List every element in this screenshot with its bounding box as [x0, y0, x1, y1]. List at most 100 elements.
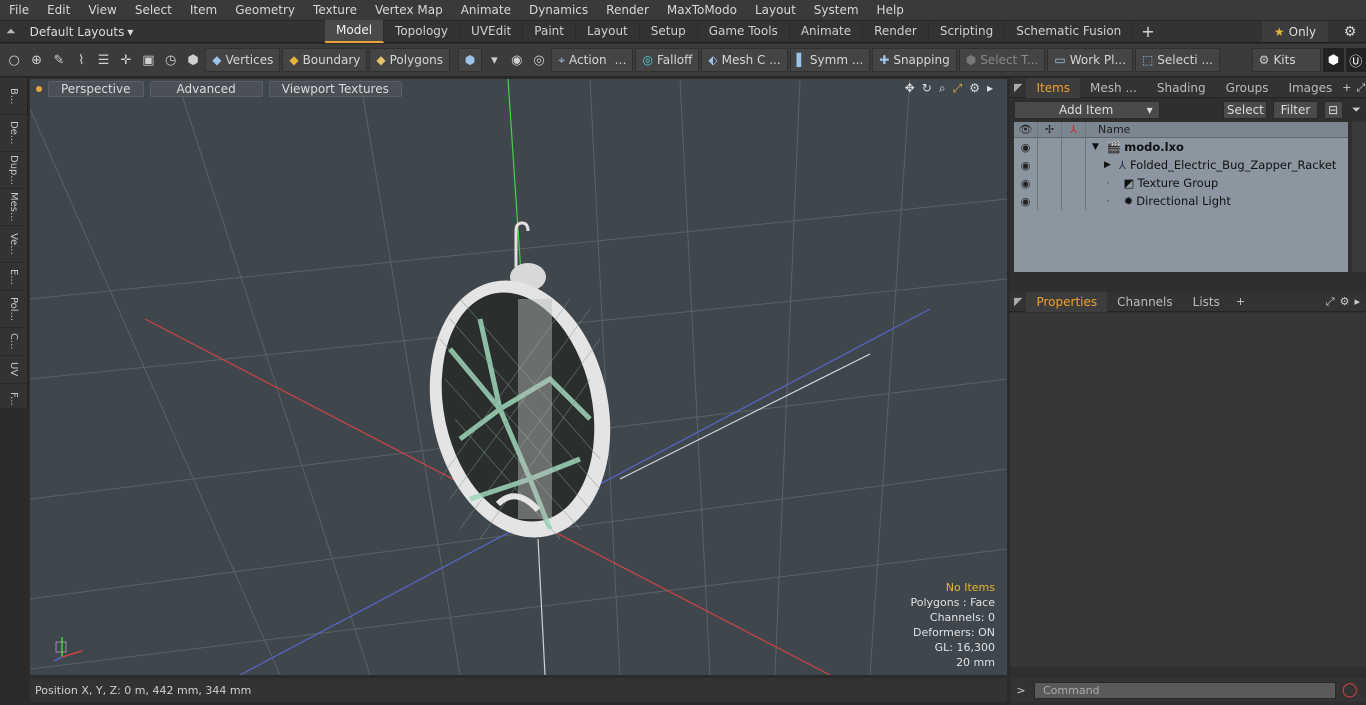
viewport-settings-icon[interactable]: ⚙ [969, 81, 980, 96]
add-item-button[interactable]: Add Item ▾ [1014, 101, 1160, 119]
expand-arrow-icon[interactable]: ▶ [1104, 160, 1111, 170]
eye-icon[interactable]: ◉ [1014, 192, 1038, 210]
move-view-icon[interactable]: ✥ [905, 81, 915, 96]
add-tab-icon[interactable]: + [1342, 81, 1351, 95]
menu-geometry[interactable]: Geometry [226, 0, 304, 21]
tree-row-mesh[interactable]: ◉ ▶ ⅄ Folded_Electric_Bug_Zapper_Racket [1014, 156, 1348, 174]
tab-shading[interactable]: Shading [1147, 78, 1216, 98]
menu-render[interactable]: Render [597, 0, 658, 21]
eye-icon[interactable]: ◉ [1014, 156, 1038, 174]
menu-layout[interactable]: Layout [746, 0, 805, 21]
symmetry-button[interactable]: ▌ Symm ... [789, 48, 871, 72]
maximize-icon[interactable]: ⤢ [1357, 81, 1366, 95]
kits-button[interactable]: ⚙ Kits [1251, 48, 1322, 72]
circle-select-icon[interactable]: ○ [4, 48, 24, 72]
left-tab-edge[interactable]: E... [0, 263, 27, 291]
brush-icon[interactable]: ⌇ [71, 48, 91, 72]
collapse-icon[interactable]: ⊟ [1323, 101, 1343, 119]
center-icon[interactable]: ✛ [116, 48, 136, 72]
unreal-icon[interactable]: Ⓤ [1345, 48, 1366, 72]
align-icon[interactable]: ☰ [93, 48, 113, 72]
type-header-icon[interactable]: ⅄ [1062, 122, 1086, 137]
left-tab-vertex[interactable]: Ve... [0, 226, 27, 263]
snapping-button[interactable]: ✚ Snapping [872, 48, 957, 72]
tab-lists[interactable]: Lists [1183, 292, 1230, 312]
rotate-view-icon[interactable]: ↻ [922, 81, 932, 96]
boundary-button[interactable]: ◆ Boundary [282, 48, 368, 72]
viewport-menu-dot-icon[interactable] [36, 86, 42, 92]
tab-topology[interactable]: Topology [384, 21, 461, 42]
visibility-header-icon[interactable]: 👁 [1014, 122, 1038, 137]
record-icon[interactable]: ◯ [1342, 682, 1358, 698]
funnel-icon[interactable]: ⏷ [1349, 103, 1364, 117]
menu-file[interactable]: File [0, 0, 38, 21]
tab-render[interactable]: Render [863, 21, 929, 42]
tab-animate[interactable]: Animate [790, 21, 864, 42]
layouts-dropdown[interactable]: ⏶ Default Layouts ▾ [0, 24, 325, 39]
menu-system[interactable]: System [805, 0, 868, 21]
tab-game-tools[interactable]: Game Tools [698, 21, 790, 42]
falloff-button[interactable]: ◎ Falloff [635, 48, 700, 72]
eye-icon[interactable]: ◉ [1014, 138, 1038, 156]
menu-select[interactable]: Select [126, 0, 181, 21]
shield-icon[interactable]: ⬢ [183, 48, 203, 72]
viewport-textures-dropdown[interactable]: Viewport Textures [268, 81, 402, 97]
tree-scrollbar[interactable] [1352, 122, 1366, 272]
sphere-alt-icon[interactable]: ◎ [529, 48, 549, 72]
menu-dynamics[interactable]: Dynamics [520, 0, 597, 21]
name-column-header[interactable]: Name [1086, 123, 1130, 136]
item-mode-button[interactable]: ⬢ [457, 48, 483, 72]
tab-setup[interactable]: Setup [640, 21, 698, 42]
left-tab-mesh-edit[interactable]: Mes... [0, 189, 27, 226]
tab-images[interactable]: Images [1278, 78, 1342, 98]
globe-icon[interactable]: ⊕ [26, 48, 46, 72]
gear-icon[interactable]: ⚙ [1338, 21, 1362, 42]
panel-gear-icon[interactable]: ⚙ [1340, 295, 1350, 309]
add-tab-icon[interactable]: + [1133, 22, 1162, 41]
left-tab-basic[interactable]: B... [0, 78, 27, 115]
tab-channels[interactable]: Channels [1107, 292, 1183, 312]
expand-arrow-icon[interactable]: ▸ [987, 81, 993, 96]
tab-uvedit[interactable]: UVEdit [460, 21, 524, 42]
3d-viewport[interactable]: Perspective Advanced Viewport Textures ✥… [30, 79, 1007, 675]
menu-animate[interactable]: Animate [452, 0, 520, 21]
menu-help[interactable]: Help [868, 0, 913, 21]
chevron-down-icon[interactable]: ▾ [484, 48, 504, 72]
advanced-dropdown[interactable]: Advanced [149, 81, 263, 97]
tree-row-directional-light[interactable]: ◉ · ✹ Directional Light [1014, 192, 1348, 210]
select-button[interactable]: Select [1223, 101, 1268, 119]
tab-layout[interactable]: Layout [576, 21, 640, 42]
maximize-icon[interactable]: ⤢ [1326, 295, 1335, 309]
panel-menu-icon[interactable]: ◤ [1010, 295, 1026, 308]
perspective-dropdown[interactable]: Perspective [48, 81, 144, 97]
left-tab-deform[interactable]: De... [0, 115, 27, 152]
vertices-button[interactable]: ◆ Vertices [205, 48, 281, 72]
tab-scripting[interactable]: Scripting [929, 21, 1006, 42]
pen-icon[interactable]: ✎ [49, 48, 69, 72]
menu-item[interactable]: Item [181, 0, 226, 21]
left-tab-duplicate[interactable]: Dup... [0, 152, 27, 189]
tab-schematic-fusion[interactable]: Schematic Fusion [1005, 21, 1134, 42]
fit-view-icon[interactable]: ⤢ [953, 81, 963, 96]
add-tab-icon[interactable]: + [1230, 295, 1251, 308]
expand-arrow-icon[interactable]: ▼ [1092, 142, 1099, 152]
selection-button[interactable]: ⬚ Selecti ... [1134, 48, 1220, 72]
left-tab-fusion[interactable]: F... [0, 384, 27, 414]
tab-model[interactable]: Model [325, 20, 385, 43]
tree-row-texture-group[interactable]: ◉ · ◩ Texture Group [1014, 174, 1348, 192]
frame-icon[interactable]: ▣ [138, 48, 158, 72]
left-tab-uv[interactable]: UV [0, 356, 27, 384]
zoom-view-icon[interactable]: ⌕ [939, 81, 946, 96]
filter-button[interactable]: Filter [1273, 101, 1318, 119]
select-through-button[interactable]: ⬢ Select T... [958, 48, 1046, 72]
panel-menu-icon[interactable]: ◤ [1010, 81, 1026, 94]
mesh-constraint-button[interactable]: ⬖ Mesh C ... [701, 48, 788, 72]
action-button[interactable]: ⌖ Action … [551, 48, 634, 72]
menu-maxtomodo[interactable]: MaxToModo [658, 0, 746, 21]
lock-header-icon[interactable]: ✢ [1038, 122, 1062, 137]
tree-row-scene[interactable]: ◉ ▼ 🎬 modo.lxo [1014, 138, 1348, 156]
tab-properties[interactable]: Properties [1026, 291, 1108, 312]
tab-groups[interactable]: Groups [1216, 78, 1279, 98]
clock-icon[interactable]: ◷ [161, 48, 181, 72]
menu-view[interactable]: View [79, 0, 125, 21]
